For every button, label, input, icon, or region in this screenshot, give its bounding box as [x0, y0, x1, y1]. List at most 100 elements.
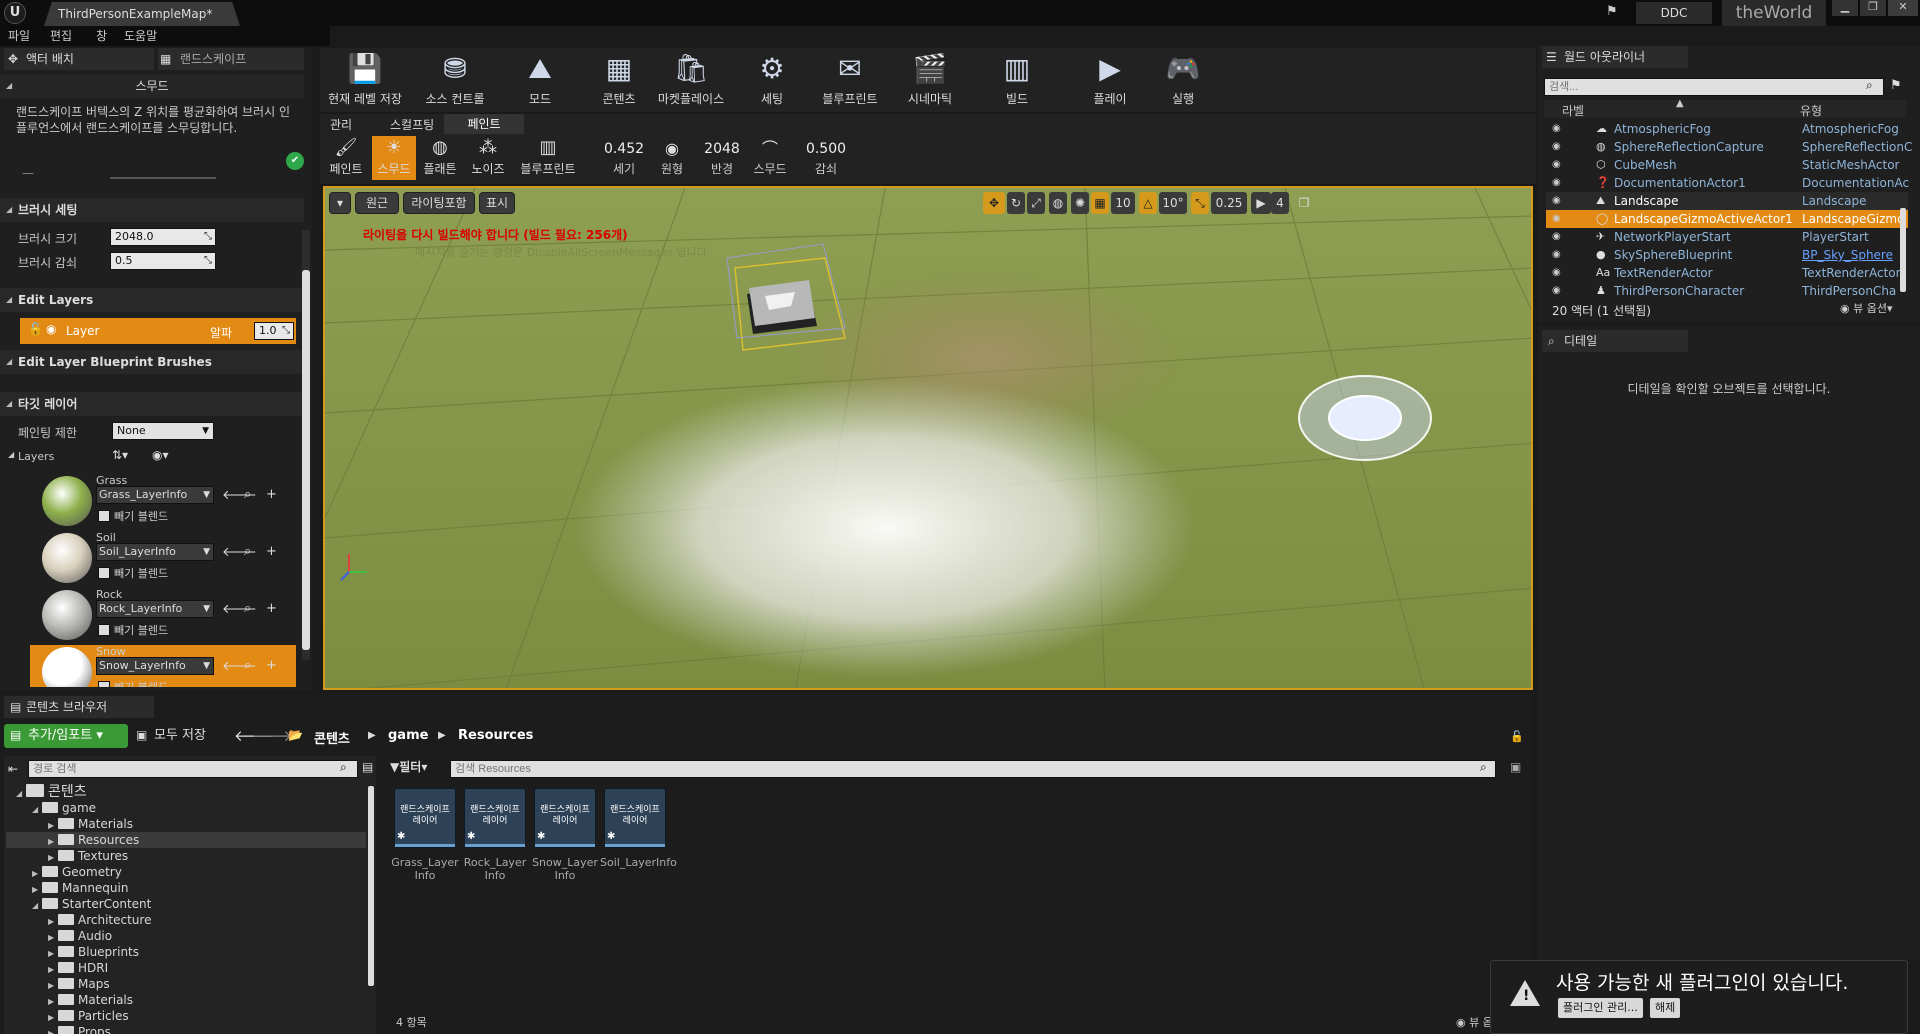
document-tab[interactable]: ThirdPersonExampleMap*: [44, 2, 240, 26]
use-selected-icon[interactable]: 🡐: [222, 601, 257, 617]
tree-item[interactable]: ◢ 콘텐츠: [6, 784, 366, 800]
outliner-type[interactable]: StaticMeshActor: [1802, 156, 1899, 174]
grid-snap-icon[interactable]: ▦: [1091, 192, 1109, 214]
outliner-type[interactable]: PlayerStart: [1802, 228, 1869, 246]
outliner-type[interactable]: BP_Sky_Sphere: [1802, 246, 1893, 264]
left-panel-scrollbar[interactable]: [302, 230, 310, 660]
add-layer-icon[interactable]: +: [266, 601, 277, 616]
tree-item[interactable]: ▶ Geometry: [6, 864, 366, 880]
use-selected-icon[interactable]: 🡐: [222, 544, 257, 560]
layer-row-rock[interactable]: RockRock_LayerInfo🡐⌕+빼기 블렌드: [30, 588, 296, 645]
tool-1[interactable]: ☀ 스무드: [372, 136, 416, 180]
blend-checkbox[interactable]: [98, 624, 110, 636]
outliner-row[interactable]: ◉ ⬡ CubeMesh StaticMeshActor: [1546, 156, 1908, 174]
checkmark-icon[interactable]: ✔: [286, 152, 304, 170]
lock-icon[interactable]: 🔓: [28, 322, 43, 336]
tab-details[interactable]: 디테일: [1542, 330, 1688, 352]
visibility-eye-icon[interactable]: ◉: [46, 322, 56, 336]
browse-icon[interactable]: ⌕: [244, 658, 251, 673]
toolbar-button-8[interactable]: ▥ 빌드: [992, 50, 1042, 108]
tool-2[interactable]: ◍ 플래튼: [418, 136, 462, 180]
maximize-viewport-icon[interactable]: ❐: [1295, 192, 1313, 214]
col-label[interactable]: 라벨: [1562, 102, 1584, 119]
visibility-eye-icon[interactable]: ◉: [1552, 286, 1564, 296]
camera-speed-value[interactable]: 4: [1271, 192, 1289, 214]
asset-tile[interactable]: 랜드스케이프 레이어 ✱: [394, 788, 456, 848]
toolbar-button-0[interactable]: 💾 현재 레벨 저장: [323, 50, 407, 108]
layer-row-snow[interactable]: SnowSnow_LayerInfo🡐⌕+빼기 블렌드: [30, 645, 296, 687]
close-window-button[interactable]: ✕: [1888, 0, 1918, 16]
minimize-button[interactable]: ▁: [1832, 0, 1858, 16]
tree-expand-icon[interactable]: ▶: [48, 1026, 58, 1034]
forward-arrow-icon[interactable]: 🡒: [252, 726, 292, 745]
lock-path-icon[interactable]: 🔓: [1510, 730, 1524, 743]
brush-falloff-field[interactable]: 0.5: [110, 252, 216, 270]
tree-item[interactable]: ▶ Resources: [6, 832, 366, 848]
tree-item[interactable]: ▶ Audio: [6, 928, 366, 944]
breadcrumb-sep-1[interactable]: ▶: [368, 730, 376, 741]
browse-icon[interactable]: ⌕: [244, 487, 251, 502]
rotation-snap-value[interactable]: 10°: [1159, 192, 1187, 214]
toolbar-button-1[interactable]: ⛃ 소스 컨트롤: [410, 50, 500, 108]
blend-checkbox[interactable]: [98, 567, 110, 579]
surface-snap-icon[interactable]: ✺: [1071, 192, 1089, 214]
tree-item[interactable]: ▶ Textures: [6, 848, 366, 864]
use-selected-icon[interactable]: 🡐: [222, 487, 257, 503]
menu-file[interactable]: 파일: [8, 26, 30, 46]
toolbar-button-3[interactable]: ▦ 콘텐츠: [592, 50, 646, 108]
browse-icon[interactable]: ⌕: [244, 601, 251, 616]
add-layer-icon[interactable]: +: [266, 487, 277, 502]
asset-search-icon[interactable]: ⌕: [1480, 760, 1487, 775]
tree-item[interactable]: ▶ Materials: [6, 992, 366, 1008]
visibility-eye-icon[interactable]: ◉: [1552, 196, 1564, 206]
use-selected-icon[interactable]: 🡐: [222, 658, 257, 674]
outliner-row[interactable]: ◉ ✈ NetworkPlayerStart PlayerStart: [1546, 228, 1908, 246]
layer-info-dropdown[interactable]: Snow_LayerInfo: [96, 657, 214, 675]
asset-tile[interactable]: 랜드스케이프 레이어 ✱: [534, 788, 596, 848]
toolbar-button-6[interactable]: ✉ 블루프린트: [818, 50, 882, 108]
lit-mode-button[interactable]: 라이팅포함: [403, 192, 475, 214]
visibility-eye-icon[interactable]: ◉: [1552, 250, 1564, 260]
toolbar-button-7[interactable]: 🎬 시네마틱: [900, 50, 960, 108]
viewport-options-button[interactable]: ▾: [329, 192, 351, 214]
collapse-sources-icon[interactable]: ⇤: [8, 762, 18, 776]
path-search-icon[interactable]: ⌕: [340, 760, 347, 775]
brush-option-4[interactable]: 0.500 감쇠: [800, 138, 852, 180]
toolbar-button-9[interactable]: ▶ 플레이: [1078, 50, 1142, 108]
show-button[interactable]: 표시: [479, 192, 515, 214]
tree-item[interactable]: ◢ game: [6, 800, 366, 816]
menu-edit[interactable]: 편집: [50, 26, 72, 46]
dismiss-button[interactable]: 해제: [1650, 998, 1681, 1018]
add-import-button[interactable]: 추가/임포트 ▾: [4, 724, 128, 748]
tree-item[interactable]: ▶ Particles: [6, 1008, 366, 1024]
tree-item[interactable]: ▶ Materials: [6, 816, 366, 832]
layer-info-dropdown[interactable]: Rock_LayerInfo: [96, 600, 214, 618]
grid-size-value[interactable]: 10: [1111, 192, 1135, 214]
breadcrumb-sep-2[interactable]: ▶: [438, 730, 446, 741]
toolbar-button-5[interactable]: ⚙ 세팅: [742, 50, 802, 108]
tool-0[interactable]: 🖌 페인트: [324, 136, 368, 180]
outliner-scrollbar[interactable]: [1900, 208, 1906, 292]
outliner-row[interactable]: ◉ ● SkySphereBlueprint BP_Sky_Sphere: [1546, 246, 1908, 264]
tree-item[interactable]: ▶ Architecture: [6, 912, 366, 928]
sort-icon[interactable]: ⇅▾: [112, 448, 128, 462]
tab-paint[interactable]: 페인트: [444, 114, 524, 134]
level-viewport[interactable]: ▾ 원근 라이팅포함 표시 라이팅을 다시 빌드해야 합니다 (빌드 필요: 2…: [323, 186, 1533, 690]
view-eye-icon[interactable]: ◉▾: [152, 448, 169, 462]
blueprint-brushes-section[interactable]: Edit Layer Blueprint Brushes: [0, 350, 304, 374]
outliner-row[interactable]: ◉ Aa TextRenderActor TextRenderActor: [1546, 264, 1908, 282]
camera-speed-icon[interactable]: ▶: [1251, 192, 1271, 214]
visibility-eye-icon[interactable]: ◉: [1552, 142, 1564, 152]
maximize-button[interactable]: ❐: [1860, 0, 1886, 16]
scale-icon[interactable]: ⤢: [1027, 192, 1045, 214]
outliner-type[interactable]: LandscapeGizmo: [1802, 210, 1904, 228]
breadcrumb-resources[interactable]: Resources: [458, 728, 533, 743]
tree-item[interactable]: ◢ StarterContent: [6, 896, 366, 912]
add-filter-icon[interactable]: ⚑: [1890, 78, 1902, 93]
filter-button[interactable]: ▼필터▾: [390, 758, 427, 775]
outliner-search-input[interactable]: [1544, 78, 1884, 96]
target-layers-section[interactable]: 타깃 레이어: [0, 392, 304, 416]
outliner-row[interactable]: ◉ ❓ DocumentationActor1 DocumentationAc: [1546, 174, 1909, 192]
tab-landscape[interactable]: 랜드스케이프: [158, 48, 304, 70]
menu-window[interactable]: 창: [96, 26, 107, 46]
